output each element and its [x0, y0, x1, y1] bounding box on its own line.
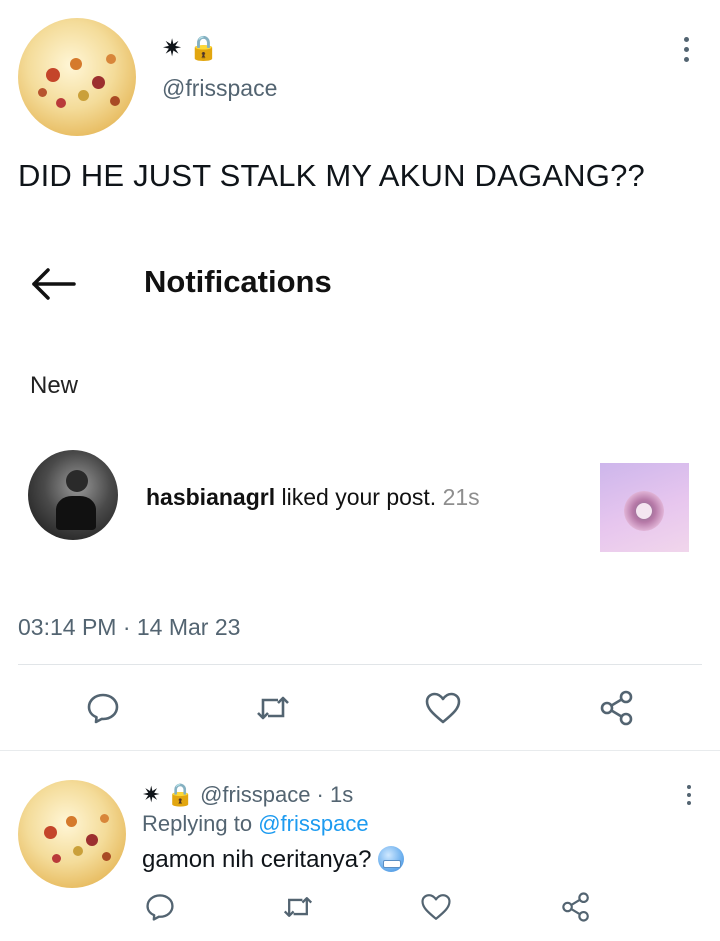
reply-avatar[interactable]: [18, 780, 126, 888]
reply-name-glyphs: ✷ 🔒: [142, 782, 194, 807]
avatar[interactable]: [18, 18, 136, 136]
display-name[interactable]: ✷ 🔒: [162, 34, 219, 63]
replying-to-handle[interactable]: @frisspace: [258, 811, 368, 836]
notification-avatar[interactable]: [28, 450, 118, 540]
reply-retweet-button[interactable]: [278, 890, 318, 924]
share-button[interactable]: [594, 688, 640, 728]
reply-more-vertical-icon[interactable]: [680, 782, 698, 808]
share-icon: [598, 689, 636, 727]
reply-like-button[interactable]: [416, 890, 456, 924]
reply-text: gamon nih ceritanya?: [142, 846, 372, 873]
notification-time: 21s: [436, 484, 480, 510]
reply-header[interactable]: ✷ 🔒 @frisspace · 1s: [142, 782, 353, 808]
tweet-text: DID HE JUST STALK MY AKUN DAGANG??: [18, 158, 645, 193]
reply-handle-time: @frisspace · 1s: [200, 782, 354, 807]
arrow-left-icon[interactable]: [30, 266, 78, 302]
display-name-glyphs: ✷ 🔒: [162, 35, 219, 62]
reply-button[interactable]: [80, 688, 126, 728]
section-label-new: New: [30, 372, 79, 399]
divider: [18, 664, 702, 665]
reply-reply-button[interactable]: [140, 890, 180, 924]
comment-icon: [144, 891, 176, 923]
heart-icon: [420, 892, 452, 922]
like-button[interactable]: [420, 688, 466, 728]
retweet-icon: [281, 892, 315, 922]
reply-text-row: gamon nih ceritanya?: [142, 846, 405, 874]
retweet-button[interactable]: [250, 688, 296, 728]
reply-share-button[interactable]: [556, 890, 596, 924]
replying-to-prefix: Replying to: [142, 811, 259, 836]
notification-username[interactable]: hasbianagrl: [146, 484, 275, 510]
cold-face-emoji: [378, 846, 405, 872]
tweet-handle[interactable]: @frisspace: [162, 75, 277, 102]
heart-icon: [424, 691, 462, 725]
notification-action: liked your post.: [275, 484, 437, 510]
comment-icon: [85, 690, 121, 726]
more-vertical-icon[interactable]: [676, 34, 696, 64]
notification-text[interactable]: hasbianagrl liked your post. 21s: [146, 484, 480, 511]
notifications-title: Notifications: [144, 264, 332, 299]
share-icon: [560, 891, 592, 923]
replying-to: Replying to @frisspace: [142, 811, 369, 837]
divider: [0, 750, 720, 751]
tweet-timestamp: 03:14 PM · 14 Mar 23: [18, 614, 241, 640]
retweet-icon: [254, 691, 292, 725]
post-thumbnail[interactable]: [600, 463, 689, 552]
